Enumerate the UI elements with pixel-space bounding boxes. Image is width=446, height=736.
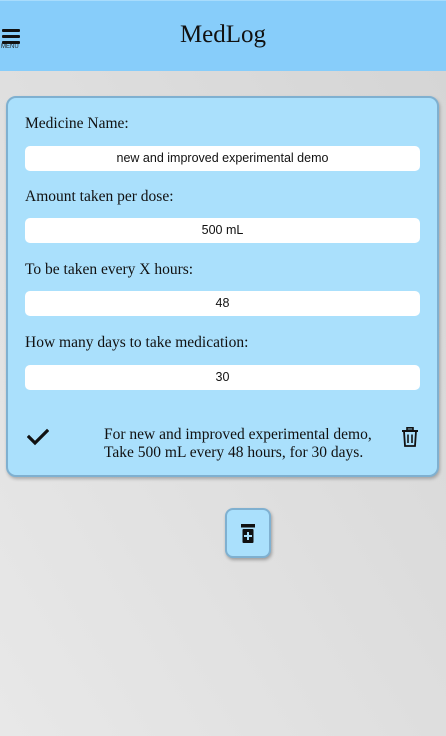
summary-line-2: Take 500 mL every 48 hours, for 30 days. xyxy=(104,444,364,461)
interval-input[interactable] xyxy=(25,291,420,316)
trash-icon[interactable] xyxy=(401,427,419,447)
summary-line-1: For new and improved experimental demo, xyxy=(104,426,372,443)
days-label: How many days to take medication: xyxy=(25,334,249,351)
pill-bottle-plus-icon xyxy=(241,524,255,543)
amount-input[interactable] xyxy=(25,218,420,243)
interval-label: To be taken every X hours: xyxy=(25,261,194,278)
medication-card: Medicine Name: Amount taken per dose: To… xyxy=(6,96,439,477)
amount-label: Amount taken per dose: xyxy=(25,188,174,205)
checkmark-icon[interactable] xyxy=(26,427,50,447)
app-title: MedLog xyxy=(179,21,267,48)
days-input[interactable] xyxy=(25,365,420,390)
medicine-name-input[interactable] xyxy=(25,146,420,171)
app-header: MENU MedLog xyxy=(0,0,446,71)
medication-summary: For new and improved experimental demo, … xyxy=(104,426,394,462)
add-medication-button[interactable] xyxy=(225,508,271,558)
medicine-name-label: Medicine Name: xyxy=(25,115,129,132)
